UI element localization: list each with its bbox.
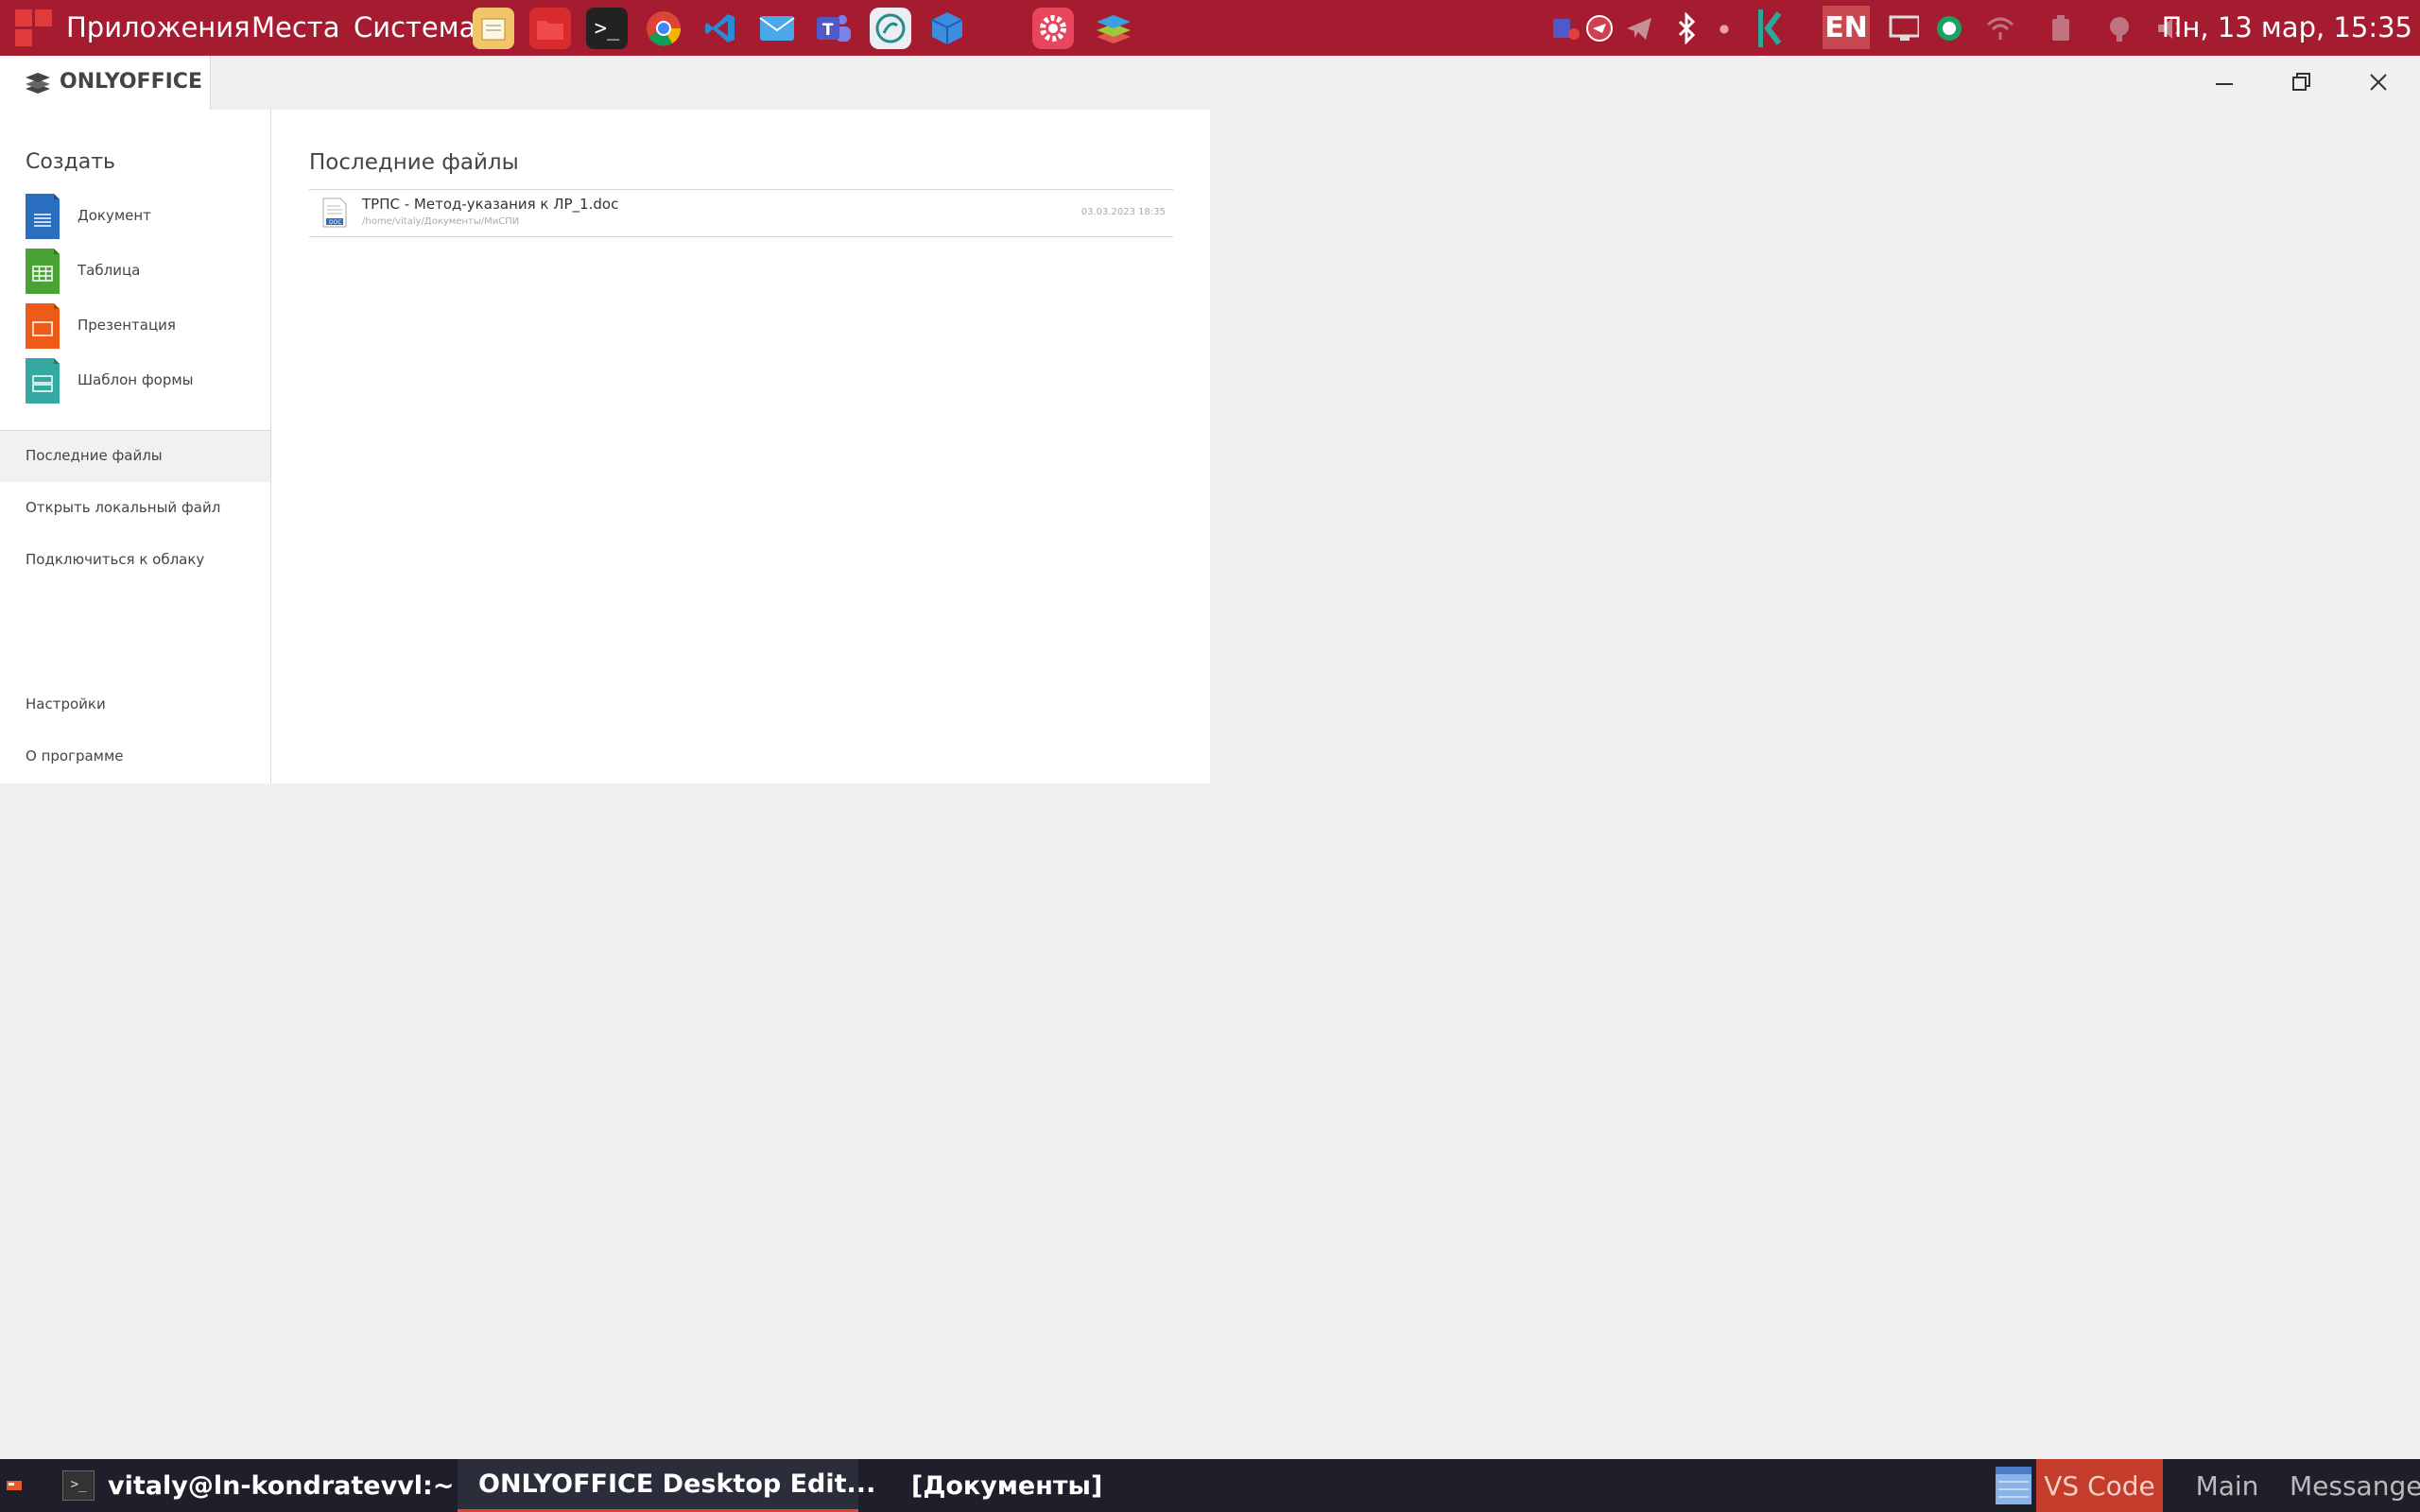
presentation-icon	[26, 303, 60, 349]
create-spreadsheet-button[interactable]: Таблица	[26, 249, 262, 294]
svg-text:T: T	[822, 21, 834, 40]
start-page: Создать Документ Таблица Презентация Шаб…	[0, 110, 1210, 783]
taskbar-item-documents[interactable]: [Документы]	[911, 1459, 1102, 1512]
k-app-tray-icon[interactable]	[1758, 9, 1787, 47]
workspace-messanger[interactable]: Messanger	[2290, 1459, 2420, 1512]
workspace-main[interactable]: Main	[2184, 1459, 2271, 1512]
taskbar: >_ vitaly@ln-kondratevvl:~ ONLYOFFICE De…	[0, 1459, 2420, 1512]
sidebar: Создать Документ Таблица Презентация Шаб…	[0, 110, 271, 783]
nav-open-local-file-label: Открыть локальный файл	[26, 499, 221, 516]
taskbar-item-terminal-label: vitaly@ln-kondratevvl:~	[108, 1470, 455, 1501]
desktop-icon	[7, 1481, 22, 1490]
taskbar-item-terminal[interactable]: >_ vitaly@ln-kondratevvl:~	[62, 1459, 454, 1512]
create-document-button[interactable]: Документ	[26, 194, 262, 239]
bluetooth-icon[interactable]	[1671, 12, 1702, 44]
close-icon	[2370, 74, 2387, 91]
spreadsheet-icon	[26, 249, 60, 294]
create-spreadsheet-label: Таблица	[78, 262, 141, 279]
taskbar-item-onlyoffice-label: ONLYOFFICE Desktop Edit...	[478, 1469, 876, 1499]
create-presentation-button[interactable]: Презентация	[26, 303, 262, 349]
taskbar-item-documents-label: [Документы]	[911, 1470, 1103, 1501]
menu-places[interactable]: Места	[251, 11, 339, 43]
create-title: Создать	[26, 150, 115, 174]
microphone-icon[interactable]	[2104, 13, 2135, 43]
recent-file-date: 03.03.2023 18:35	[1080, 207, 1166, 217]
workspace-preview-icon[interactable]	[1995, 1459, 2034, 1512]
create-form-template-button[interactable]: Шаблон формы	[26, 358, 262, 404]
nav-connect-cloud-label: Подключиться к облаку	[26, 551, 205, 568]
keyboard-layout-indicator[interactable]: EN	[1823, 6, 1870, 49]
nav-recent-files[interactable]: Последние файлы	[0, 431, 270, 482]
create-presentation-label: Презентация	[78, 317, 176, 334]
telegram-tray-icon[interactable]	[1624, 13, 1654, 43]
create-document-label: Документ	[78, 207, 151, 224]
workspace-vs-code[interactable]: VS Code	[2036, 1459, 2163, 1512]
nav-settings-label: Настройки	[26, 696, 106, 713]
cube-icon[interactable]	[926, 8, 968, 49]
notification-dot-icon: ●	[1719, 22, 1730, 35]
onlyoffice-logo-icon	[26, 73, 50, 94]
create-form-template-label: Шаблон формы	[78, 371, 194, 388]
recent-file-path: /home/vitaly/Документы/МиСПИ	[362, 216, 520, 227]
settings-icon[interactable]	[1032, 8, 1074, 49]
doc-file-icon: DOC	[322, 198, 347, 228]
display-icon[interactable]	[1889, 13, 1919, 43]
minimize-button[interactable]	[2196, 61, 2253, 103]
vscode-icon[interactable]	[700, 8, 741, 49]
nav-about[interactable]: О программе	[0, 731, 270, 782]
show-desktop-button[interactable]	[6, 1459, 26, 1512]
nav-recent-files-label: Последние файлы	[26, 447, 163, 464]
shield-tray-icon[interactable]	[1584, 13, 1615, 43]
onlyoffice-icon[interactable]	[1093, 8, 1134, 49]
document-icon	[26, 194, 60, 239]
form-template-icon	[26, 358, 60, 404]
menu-system[interactable]: Система	[354, 11, 475, 43]
window-titlebar: ONLYOFFICE	[0, 56, 2420, 110]
minimize-icon	[2216, 83, 2233, 85]
app-home-tab[interactable]: ONLYOFFICE	[0, 56, 211, 110]
restore-icon	[2292, 73, 2310, 91]
restore-button[interactable]	[2273, 61, 2330, 103]
nav-about-label: О программе	[26, 747, 124, 765]
clock[interactable]: Пн, 13 мар, 15:35	[2162, 11, 2412, 43]
nav-connect-cloud[interactable]: Подключиться к облаку	[0, 535, 270, 586]
remote-desktop-icon[interactable]	[870, 8, 911, 49]
close-button[interactable]	[2350, 61, 2407, 103]
nav-settings[interactable]: Настройки	[0, 679, 270, 730]
mail-icon[interactable]	[756, 8, 798, 49]
top-panel: Приложения Места Система >_ T ● EN Пн, 1…	[0, 0, 2420, 56]
sync-icon[interactable]	[1934, 13, 1964, 43]
teams-icon[interactable]: T	[813, 8, 855, 49]
chrome-icon[interactable]	[643, 8, 684, 49]
recent-file-row[interactable]: DOC ТРПС - Метод-указания к ЛР_1.doc /ho…	[309, 190, 1173, 237]
taskbar-item-onlyoffice[interactable]: ONLYOFFICE Desktop Edit...	[458, 1459, 875, 1512]
recent-file-name: ТРПС - Метод-указания к ЛР_1.doc	[362, 196, 619, 213]
svg-text:DOC: DOC	[329, 219, 342, 226]
battery-icon[interactable]	[2046, 13, 2076, 43]
teams-tray-icon[interactable]	[1550, 13, 1581, 43]
terminal-icon[interactable]: >_	[586, 8, 628, 49]
recent-files-title: Последние файлы	[309, 150, 519, 175]
terminal-icon: >_	[62, 1470, 95, 1501]
app-name: ONLYOFFICE	[60, 70, 202, 94]
applications-logo-icon[interactable]	[15, 9, 55, 47]
menu-applications[interactable]: Приложения	[66, 11, 251, 43]
folder-icon[interactable]	[529, 8, 571, 49]
wifi-icon[interactable]	[1985, 13, 2015, 43]
recent-files-list: DOC ТРПС - Метод-указания к ЛР_1.doc /ho…	[309, 189, 1173, 237]
nav-open-local-file[interactable]: Открыть локальный файл	[0, 483, 270, 534]
notepad-icon[interactable]	[473, 8, 514, 49]
